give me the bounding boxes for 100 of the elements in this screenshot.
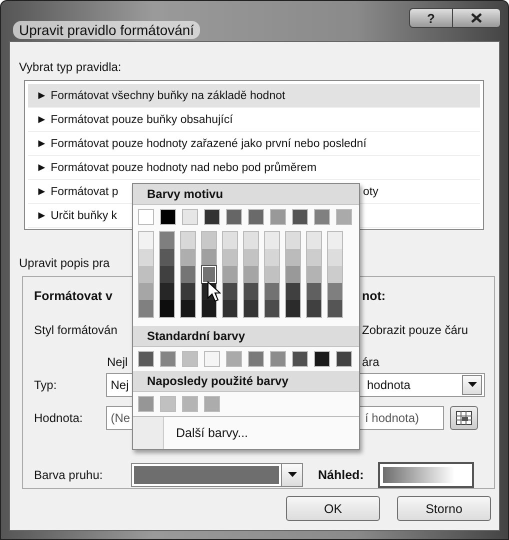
color-swatch[interactable] (160, 300, 174, 317)
color-swatch[interactable] (244, 300, 258, 317)
checkbox-label: Zobrazit pouze čáru (362, 323, 468, 338)
color-swatch[interactable] (139, 283, 153, 300)
value-label: Hodnota: (34, 410, 84, 425)
color-swatch[interactable] (328, 232, 342, 249)
group-heading: Formátovat v (34, 289, 112, 304)
color-swatch[interactable] (223, 232, 237, 249)
color-swatch[interactable] (328, 300, 342, 317)
color-swatch[interactable] (307, 249, 321, 266)
color-swatch[interactable] (181, 266, 195, 283)
rule-type-item[interactable]: ► Formátovat všechny buňky na základě hodnot (28, 84, 480, 108)
cursor-icon (207, 281, 221, 302)
color-swatch[interactable] (265, 232, 279, 249)
color-swatch[interactable] (181, 249, 195, 266)
window-title: Upravit pravidlo formátování (13, 21, 200, 39)
color-swatch[interactable] (204, 209, 220, 225)
color-swatch[interactable] (181, 283, 195, 300)
color-swatch[interactable] (139, 266, 153, 283)
color-swatch[interactable] (314, 351, 330, 367)
color-swatch[interactable] (336, 351, 352, 367)
color-swatch[interactable] (160, 249, 174, 266)
range-select-button[interactable] (450, 406, 478, 430)
color-swatch[interactable] (328, 283, 342, 300)
color-swatch[interactable] (265, 300, 279, 317)
color-swatch[interactable] (292, 351, 308, 367)
color-swatch[interactable] (307, 232, 321, 249)
style-label: Styl formátován (34, 323, 118, 338)
color-swatch[interactable] (160, 351, 176, 367)
color-swatch[interactable] (182, 351, 198, 367)
color-swatch[interactable] (160, 396, 176, 412)
color-swatch[interactable] (160, 283, 174, 300)
color-swatch[interactable] (286, 232, 300, 249)
column-label: ára (362, 355, 380, 370)
color-swatch[interactable] (202, 249, 216, 266)
menu-header: Barvy motivu (133, 184, 359, 205)
color-swatch[interactable] (181, 232, 195, 249)
color-swatch[interactable] (204, 396, 220, 412)
color-swatch[interactable] (307, 300, 321, 317)
color-swatch[interactable] (248, 351, 264, 367)
color-swatch[interactable] (181, 300, 195, 317)
caret-icon (288, 472, 296, 478)
color-swatch[interactable] (204, 351, 220, 367)
color-swatch[interactable] (265, 283, 279, 300)
section-label: Upravit popis pra (19, 256, 110, 270)
color-swatch[interactable] (244, 266, 258, 283)
bar-color-label: Barva pruhu: (34, 468, 104, 482)
color-swatch[interactable] (202, 300, 216, 317)
color-swatch[interactable] (182, 396, 198, 412)
group-heading: not: (362, 289, 386, 304)
color-swatch[interactable] (138, 396, 154, 412)
color-swatch[interactable] (286, 300, 300, 317)
color-swatch[interactable] (244, 249, 258, 266)
color-swatch[interactable] (138, 351, 154, 367)
color-swatch[interactable] (307, 266, 321, 283)
color-swatch[interactable] (139, 249, 153, 266)
color-swatch[interactable] (328, 249, 342, 266)
close-button[interactable] (453, 8, 501, 28)
color-swatch[interactable] (223, 300, 237, 317)
bar-color-dropdown[interactable] (131, 462, 303, 487)
menu-header: Naposledy použité barvy (133, 371, 359, 392)
color-swatch[interactable] (265, 249, 279, 266)
color-swatch[interactable] (244, 283, 258, 300)
color-swatch[interactable] (307, 283, 321, 300)
color-swatch[interactable] (314, 209, 330, 225)
color-swatch[interactable] (286, 283, 300, 300)
color-swatch[interactable] (202, 232, 216, 249)
color-swatch[interactable] (336, 209, 352, 225)
menu-header: Standardní barvy (133, 326, 359, 347)
section-label: Vybrat typ pravidla: (19, 60, 122, 74)
color-swatch[interactable] (223, 266, 237, 283)
color-swatch[interactable] (223, 283, 237, 300)
color-swatch[interactable] (286, 249, 300, 266)
color-swatch[interactable] (139, 232, 153, 249)
color-swatch[interactable] (270, 209, 286, 225)
more-colors-item[interactable]: Další barvy... (176, 426, 248, 440)
color-swatch[interactable] (182, 209, 198, 225)
color-swatch[interactable] (138, 209, 154, 225)
menu-gutter (133, 417, 164, 449)
column-label: Nejl (107, 355, 128, 370)
color-swatch[interactable] (286, 266, 300, 283)
help-button[interactable]: ? (409, 8, 453, 28)
color-swatch[interactable] (265, 266, 279, 283)
color-swatch[interactable] (270, 351, 286, 367)
color-swatch[interactable] (160, 232, 174, 249)
dialog-button[interactable]: OK (286, 496, 380, 521)
item-text: oty (363, 186, 380, 198)
color-swatch[interactable] (139, 300, 153, 317)
color-swatch[interactable] (248, 209, 264, 225)
color-swatch[interactable] (226, 351, 242, 367)
color-swatch[interactable] (160, 266, 174, 283)
color-swatch[interactable] (160, 209, 176, 225)
color-swatch[interactable] (328, 266, 342, 283)
dialog-button[interactable]: Storno (397, 496, 491, 521)
grid-icon (456, 410, 472, 425)
type-label: Typ: (34, 378, 58, 392)
color-swatch[interactable] (292, 209, 308, 225)
color-swatch[interactable] (223, 249, 237, 266)
color-swatch[interactable] (226, 209, 242, 225)
color-swatch[interactable] (244, 232, 258, 249)
